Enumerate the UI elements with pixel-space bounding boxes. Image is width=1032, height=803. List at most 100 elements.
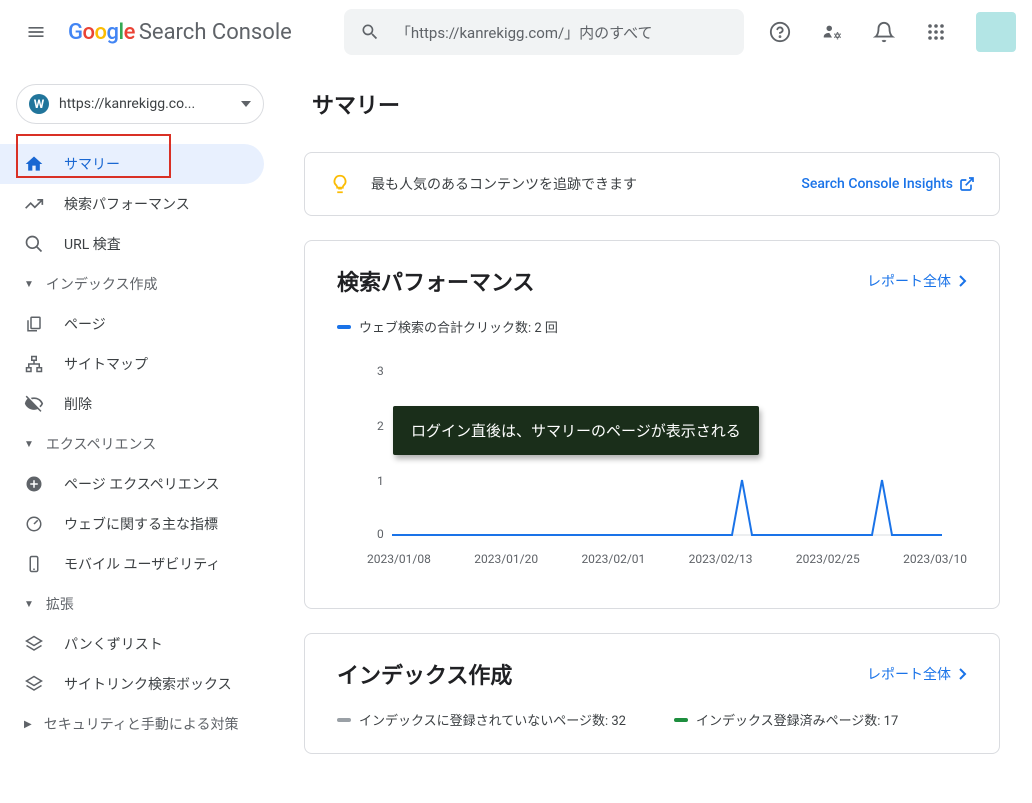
indexing-card: インデックス作成 レポート全体 インデックスに登録されていないページ数: 32 … [304, 633, 1000, 754]
apps-grid-icon [927, 23, 945, 41]
product-name: Search Console [139, 20, 292, 45]
dropdown-icon [241, 101, 251, 107]
sidebar-item-url-inspect[interactable]: URL 検査 [0, 224, 264, 264]
sidebar-section-enhancements[interactable]: ▼ 拡張 [0, 584, 280, 624]
sidebar-item-label: 削除 [64, 394, 92, 414]
sidebar-item-label: サイトリンク検索ボックス [64, 674, 232, 694]
header: Google Search Console 「https://kanrekigg… [0, 0, 1032, 64]
property-text: https://kanrekigg.co... [59, 96, 231, 112]
sidebar-item-page-experience[interactable]: ページ エクスペリエンス [0, 464, 264, 504]
performance-full-report-link[interactable]: レポート全体 [867, 271, 967, 291]
home-icon [24, 154, 44, 174]
sidebar-item-sitemaps[interactable]: サイトマップ [0, 344, 264, 384]
sidebar-item-summary[interactable]: サマリー [0, 144, 264, 184]
performance-chart: 3 2 1 0 2023/01/08 2023/01/20 2023/02/01… [337, 360, 967, 580]
chevron-down-icon: ▼ [24, 279, 34, 290]
settings-button[interactable] [812, 12, 852, 52]
legend-swatch [674, 718, 688, 722]
sidebar-item-label: パンくずリスト [64, 634, 163, 654]
pages-icon [25, 315, 43, 333]
legend-swatch [337, 718, 351, 722]
insights-link[interactable]: Search Console Insights [801, 176, 975, 192]
sidebar-item-pages[interactable]: ページ [0, 304, 264, 344]
chevron-right-icon: ▶ [24, 719, 32, 730]
sidebar-item-breadcrumbs[interactable]: パンくずリスト [0, 624, 264, 664]
sidebar-item-label: ページ [64, 314, 106, 334]
sidebar-item-core-web-vitals[interactable]: ウェブに関する主な指標 [0, 504, 264, 544]
report-link-label: レポート全体 [867, 271, 951, 291]
svg-text:3: 3 [377, 364, 384, 378]
indexing-legend-not-indexed: インデックスに登録されていないページ数: 32 [337, 710, 626, 729]
chevron-right-icon [959, 668, 967, 680]
svg-text:1: 1 [377, 474, 384, 488]
section-title: インデックス作成 [46, 274, 158, 294]
layers-icon [25, 675, 43, 693]
sidebar-item-label: URL 検査 [64, 234, 121, 254]
sidebar-item-label: ウェブに関する主な指標 [64, 514, 218, 534]
sidebar-item-removals[interactable]: 削除 [0, 384, 264, 424]
performance-legend: ウェブ検索の合計クリック数: 2 回 [337, 317, 967, 336]
sidebar-item-sitelinks-searchbox[interactable]: サイトリンク検索ボックス [0, 664, 264, 704]
sitemap-icon [25, 355, 43, 373]
sidebar: W https://kanrekigg.co... サマリー 検索パフォーマンス… [0, 64, 280, 803]
layers-icon [25, 635, 43, 653]
hamburger-icon [26, 22, 46, 42]
insights-card: 最も人気のあるコンテンツを追跡できます Search Console Insig… [304, 152, 1000, 216]
tutorial-annotation: ログイン直後は、サマリーのページが表示される [393, 406, 759, 455]
svg-text:2: 2 [377, 419, 384, 433]
help-icon [769, 21, 791, 43]
bell-icon [873, 21, 895, 43]
trending-icon [24, 194, 44, 214]
performance-card: 検索パフォーマンス レポート全体 ウェブ検索の合計クリック数: 2 回 3 2 … [304, 240, 1000, 609]
section-title: エクスペリエンス [46, 434, 156, 454]
sidebar-item-label: ページ エクスペリエンス [64, 474, 220, 494]
insights-link-label: Search Console Insights [801, 176, 953, 192]
sidebar-item-performance[interactable]: 検索パフォーマンス [0, 184, 264, 224]
sidebar-section-indexing[interactable]: ▼ インデックス作成 [0, 264, 280, 304]
property-selector[interactable]: W https://kanrekigg.co... [16, 84, 264, 124]
performance-title: 検索パフォーマンス [337, 265, 535, 297]
logo[interactable]: Google Search Console [68, 20, 292, 45]
visibility-off-icon [24, 394, 44, 414]
apps-button[interactable] [916, 12, 956, 52]
search-bar[interactable]: 「https://kanrekigg.com/」内のすべて [344, 9, 744, 55]
circle-plus-icon [25, 475, 43, 493]
header-actions [760, 12, 1016, 52]
legend-label: インデックス登録済みページ数: 17 [696, 710, 898, 729]
sidebar-item-label: モバイル ユーザビリティ [64, 554, 220, 574]
svg-text:0: 0 [377, 527, 384, 540]
wordpress-icon: W [29, 94, 49, 114]
indexing-legend-indexed: インデックス登録済みページ数: 17 [674, 710, 898, 729]
avatar[interactable] [976, 12, 1016, 52]
sidebar-item-mobile-usability[interactable]: モバイル ユーザビリティ [0, 544, 264, 584]
sidebar-section-security[interactable]: ▶ セキュリティと手動による対策 [0, 704, 280, 744]
settings-people-icon [821, 21, 843, 43]
chevron-down-icon: ▼ [24, 599, 34, 610]
sidebar-item-label: サイトマップ [64, 354, 148, 374]
mobile-icon [25, 555, 43, 573]
menu-button[interactable] [16, 12, 56, 52]
legend-label: インデックスに登録されていないページ数: 32 [359, 710, 626, 729]
insights-text: 最も人気のあるコンテンツを追跡できます [371, 174, 781, 194]
gauge-icon [25, 515, 43, 533]
search-icon [24, 234, 44, 254]
legend-label: ウェブ検索の合計クリック数: 2 回 [359, 317, 558, 336]
google-logo: Google [68, 20, 135, 45]
search-placeholder: 「https://kanrekigg.com/」内のすべて [396, 22, 653, 43]
search-icon [360, 22, 380, 42]
indexing-title: インデックス作成 [337, 658, 512, 690]
indexing-full-report-link[interactable]: レポート全体 [867, 664, 967, 684]
legend-swatch [337, 325, 351, 329]
report-link-label: レポート全体 [867, 664, 951, 684]
sidebar-item-label: 検索パフォーマンス [64, 194, 190, 214]
notifications-button[interactable] [864, 12, 904, 52]
chevron-right-icon [959, 275, 967, 287]
main-content: サマリー 最も人気のあるコンテンツを追跡できます Search Console … [280, 64, 1032, 803]
chart-x-labels: 2023/01/08 2023/01/20 2023/02/01 2023/02… [337, 544, 967, 566]
sidebar-item-label: サマリー [64, 154, 120, 174]
page-title: サマリー [312, 88, 1000, 120]
section-title: 拡張 [46, 594, 74, 614]
lightbulb-icon [329, 173, 351, 195]
help-button[interactable] [760, 12, 800, 52]
sidebar-section-experience[interactable]: ▼ エクスペリエンス [0, 424, 280, 464]
